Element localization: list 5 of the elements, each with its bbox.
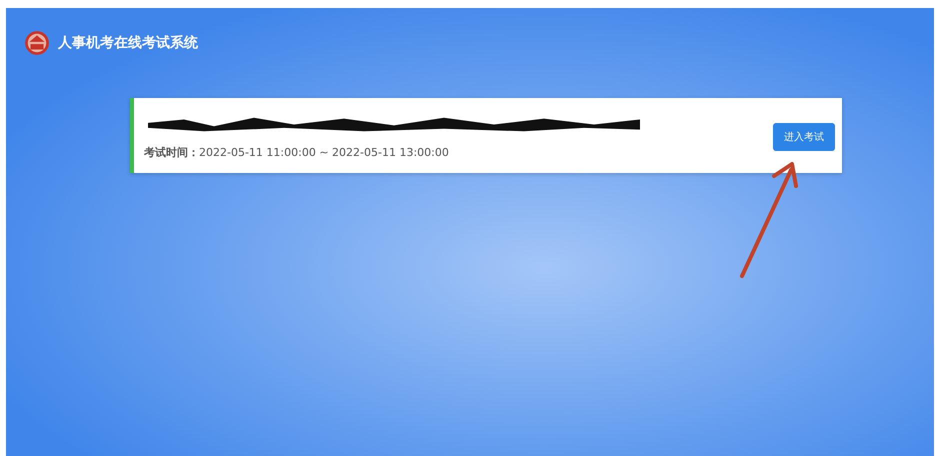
time-value: 2022-05-11 11:00:00 ~ 2022-05-11 13:00:00 [199, 146, 449, 159]
app-title: 人事机考在线考试系统 [58, 34, 198, 52]
logo-icon [24, 30, 50, 56]
enter-exam-button[interactable]: 进入考试 [773, 123, 835, 151]
time-label: 考试时间： [144, 145, 199, 160]
